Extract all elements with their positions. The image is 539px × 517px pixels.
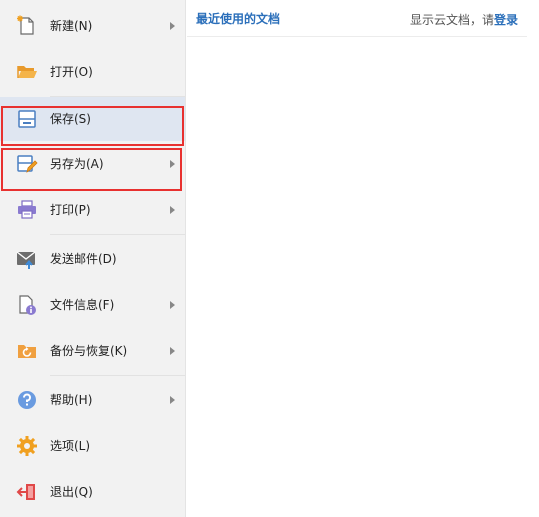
menu-item-backup-restore[interactable]: 备份与恢复(K) [0,329,185,373]
menu-item-label: 保存(S) [50,112,91,126]
menu-item-file-info[interactable]: 文件信息(F) [0,283,185,327]
new-document-icon [16,15,38,37]
login-link[interactable]: 登录 [494,13,518,27]
menu-item-new[interactable]: 新建(N) [0,4,185,48]
cloud-prompt-text: 显示云文档，请 [409,13,494,27]
file-info-icon [16,294,38,316]
exit-icon [16,481,38,503]
menu-item-label: 打开(O) [50,65,93,79]
menu-item-label: 备份与恢复(K) [50,344,128,358]
printer-icon [16,199,38,221]
menu-item-send-email[interactable]: 发送邮件(D) [0,237,185,281]
submenu-arrow-icon [170,206,175,214]
menu-item-save-as[interactable]: 另存为(A) [0,142,185,186]
folder-open-icon [16,61,38,83]
menu-item-label: 打印(P) [50,203,91,217]
save-icon [16,108,38,130]
menu-divider [50,375,185,376]
mail-icon [16,248,38,270]
menu-item-save[interactable]: 保存(S) [0,97,185,141]
recent-documents-header: 最近使用的文档 显示云文档，请登录 [187,0,527,37]
file-menu-sidebar: 新建(N) 打开(O) 保存(S) 另存为(A) 打印(P) 发送邮件(D) 文… [0,0,186,517]
menu-item-options[interactable]: 选项(L) [0,424,185,468]
help-icon [16,389,38,411]
save-as-icon [16,153,38,175]
submenu-arrow-icon [170,396,175,404]
menu-item-label: 帮助(H) [50,393,93,407]
submenu-arrow-icon [170,22,175,30]
menu-item-label: 文件信息(F) [50,298,115,312]
menu-item-label: 新建(N) [50,19,93,33]
submenu-arrow-icon [170,347,175,355]
gear-icon [16,435,38,457]
menu-item-label: 退出(Q) [50,485,93,499]
menu-item-label: 另存为(A) [50,157,104,171]
menu-divider [50,234,185,235]
menu-item-open[interactable]: 打开(O) [0,50,185,94]
menu-item-help[interactable]: 帮助(H) [0,378,185,422]
submenu-arrow-icon [170,301,175,309]
menu-item-label: 选项(L) [50,439,91,453]
submenu-arrow-icon [170,160,175,168]
menu-item-print[interactable]: 打印(P) [0,188,185,232]
cloud-documents-prompt: 显示云文档，请登录 [410,11,518,28]
backup-restore-icon [16,340,38,362]
recent-documents-title: 最近使用的文档 [196,12,281,26]
menu-item-exit[interactable]: 退出(Q) [0,470,185,514]
menu-item-label: 发送邮件(D) [50,252,117,266]
